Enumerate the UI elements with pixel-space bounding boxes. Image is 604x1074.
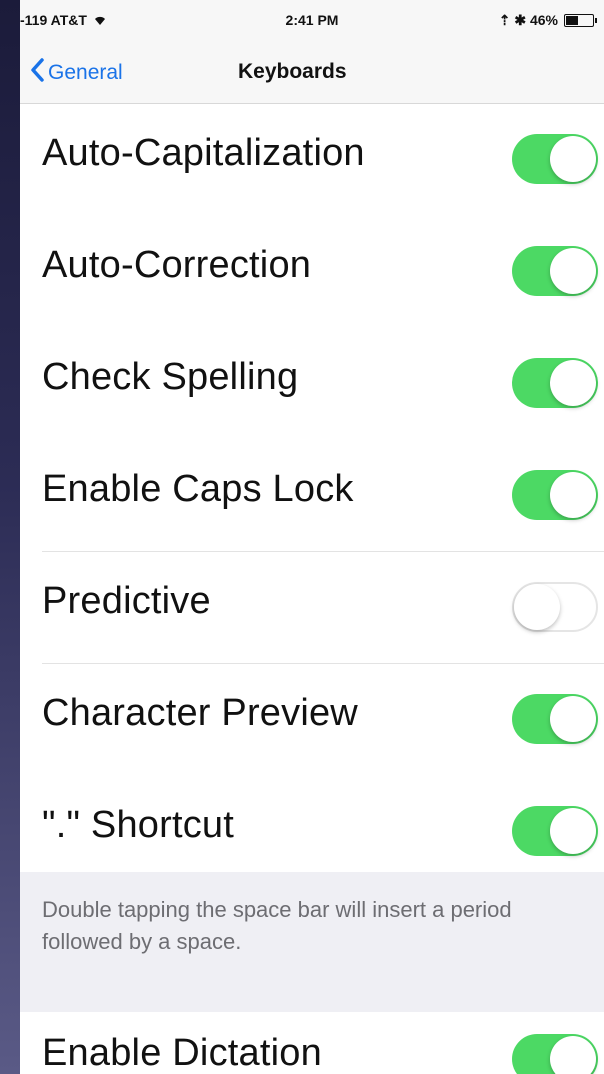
battery-fill bbox=[566, 16, 578, 25]
auto-capitalization-toggle[interactable] bbox=[512, 134, 598, 184]
toggle-knob bbox=[550, 360, 596, 406]
check-spelling-toggle[interactable] bbox=[512, 358, 598, 408]
section-footer: Double tapping the space bar will insert… bbox=[20, 872, 604, 1012]
keyboard-settings-group: Auto-Capitalization Auto-Correction Chec… bbox=[20, 104, 604, 872]
toggle-knob bbox=[514, 584, 560, 630]
status-indicators: ⇡ ✱ 46% bbox=[498, 12, 558, 28]
status-right: ⇡ ✱ 46% bbox=[498, 12, 597, 29]
period-shortcut-toggle[interactable] bbox=[512, 806, 598, 856]
setting-label: Predictive bbox=[42, 580, 211, 622]
setting-row-enable-caps-lock: Enable Caps Lock bbox=[20, 440, 604, 552]
back-button[interactable]: General bbox=[30, 58, 123, 88]
auto-correction-toggle[interactable] bbox=[512, 246, 598, 296]
setting-label: Auto-Capitalization bbox=[42, 132, 365, 174]
setting-row-check-spelling: Check Spelling bbox=[20, 328, 604, 440]
setting-label: Auto-Correction bbox=[42, 244, 312, 286]
setting-label: "." Shortcut bbox=[42, 804, 235, 846]
character-preview-toggle[interactable] bbox=[512, 694, 598, 744]
shortcut-footer-note: Double tapping the space bar will insert… bbox=[42, 897, 512, 954]
battery-nub bbox=[595, 18, 597, 23]
enable-caps-lock-toggle[interactable] bbox=[512, 470, 598, 520]
back-button-label: General bbox=[48, 61, 123, 84]
settings-screen: -119 AT&T 2:41 PM ⇡ ✱ 46% General Keyboa… bbox=[20, 0, 604, 1074]
toggle-knob bbox=[550, 1036, 596, 1074]
setting-label: Check Spelling bbox=[42, 356, 299, 398]
toggle-knob bbox=[550, 472, 596, 518]
setting-label: Enable Dictation bbox=[42, 1032, 322, 1074]
toggle-knob bbox=[550, 248, 596, 294]
enable-dictation-toggle[interactable] bbox=[512, 1034, 598, 1074]
setting-label: Enable Caps Lock bbox=[42, 468, 354, 510]
page-title: Keyboards bbox=[238, 60, 347, 83]
predictive-toggle[interactable] bbox=[512, 582, 598, 632]
setting-row-predictive: Predictive bbox=[20, 552, 604, 664]
status-bar: -119 AT&T 2:41 PM ⇡ ✱ 46% bbox=[20, 0, 604, 42]
toggle-knob bbox=[550, 136, 596, 182]
setting-row-auto-correction: Auto-Correction bbox=[20, 216, 604, 328]
toggle-knob bbox=[550, 808, 596, 854]
setting-row-character-preview: Character Preview bbox=[20, 664, 604, 776]
chevron-left-icon bbox=[30, 58, 44, 88]
dictation-group: Enable Dictation bbox=[20, 1012, 604, 1074]
navigation-bar: General Keyboards bbox=[20, 42, 604, 104]
setting-row-period-shortcut: "." Shortcut bbox=[20, 776, 604, 872]
setting-row-enable-dictation: Enable Dictation bbox=[20, 1012, 604, 1074]
setting-row-auto-capitalization: Auto-Capitalization bbox=[20, 104, 604, 216]
setting-label: Character Preview bbox=[42, 692, 358, 734]
battery-icon bbox=[564, 14, 597, 27]
toggle-knob bbox=[550, 696, 596, 742]
